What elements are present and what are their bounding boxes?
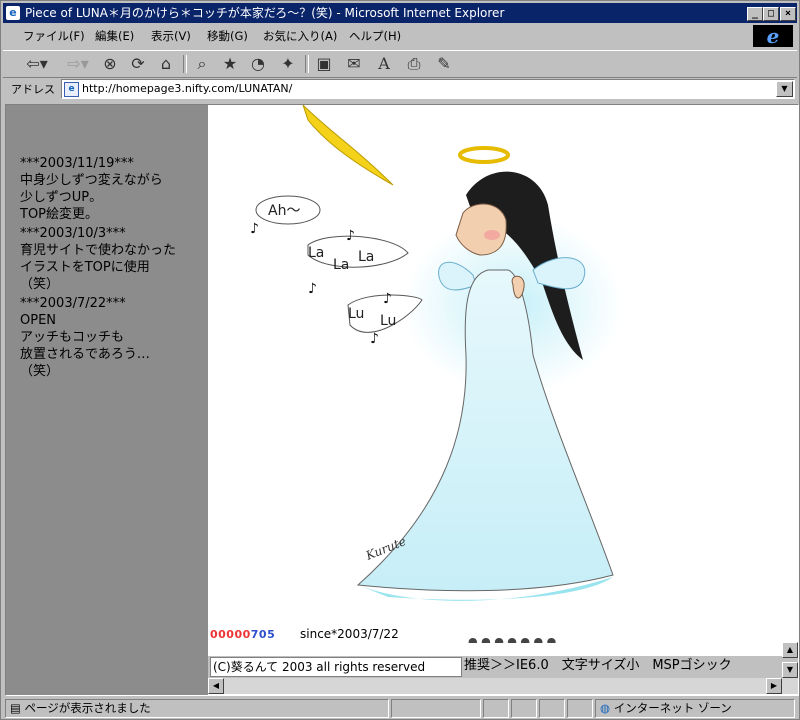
status-panel-empty: [567, 699, 593, 718]
minimize-button[interactable]: _: [747, 7, 763, 21]
news-line: 中身少しずつ変えながら: [20, 173, 163, 188]
title-bar[interactable]: e Piece of LUNA＊月のかけら＊コッチが本家だろ～？(笑) - Mi…: [3, 3, 797, 23]
news-date: ***2003/10/3***: [20, 226, 126, 241]
music-note-icon: ♪: [346, 228, 355, 244]
address-dropdown-button[interactable]: ▼: [776, 81, 793, 97]
status-panel-empty: [539, 699, 565, 718]
fullscreen-icon[interactable]: ▣: [313, 54, 335, 74]
horizontal-scrollbar[interactable]: ◀ ▶: [208, 678, 798, 694]
news-line: 育児サイトで使わなかった: [20, 243, 177, 258]
toolbar-separator: [183, 55, 187, 73]
news-list: ***2003/11/19*** 中身少しずつ変えながら 少しずつUP。 TOP…: [20, 153, 205, 380]
globe-icon: ◍: [600, 701, 611, 715]
address-label: アドレス: [11, 83, 55, 96]
address-input[interactable]: e http://homepage3.nifty.com/LUNATAN/ ▼: [61, 79, 795, 99]
window-title: Piece of LUNA＊月のかけら＊コッチが本家だろ～？(笑) - Micr…: [25, 6, 505, 20]
forward-icon[interactable]: ⇨▾: [61, 54, 95, 74]
menu-bar: ファイル(F) 編集(E) 表示(V) 移動(G) お気に入り(A) ヘルプ(H…: [3, 25, 797, 47]
refresh-icon[interactable]: ⟳: [127, 54, 149, 74]
home-icon[interactable]: ⌂: [155, 54, 177, 74]
bubble-la-text-1: La: [308, 245, 324, 261]
mail-icon[interactable]: ✉: [343, 54, 365, 74]
ie-throbber-icon: e: [753, 25, 793, 47]
maximize-button[interactable]: □: [763, 7, 779, 21]
back-icon[interactable]: ⇦▾: [19, 54, 55, 74]
angel-halo: [458, 146, 510, 164]
print-icon[interactable]: ⎙: [403, 54, 425, 74]
moon-shape: [302, 105, 394, 186]
font-icon[interactable]: A: [373, 54, 395, 74]
status-panel-empty: [483, 699, 509, 718]
menu-help[interactable]: ヘルプ(H): [349, 28, 401, 44]
history-icon[interactable]: ◔: [247, 54, 269, 74]
news-line: 放置されるであろう…: [20, 347, 150, 362]
toolbar: ⇦▾ ⇨▾ ⊗ ⟳ ⌂ ⌕ ★ ◔ ✦ ▣ ✉ A ⎙ ✎: [3, 50, 797, 78]
menu-go[interactable]: 移動(G): [207, 28, 248, 44]
close-button[interactable]: ×: [780, 7, 796, 21]
copyright-box: (C)葵るんて 2003 all rights reserved: [210, 657, 462, 677]
news-date: ***2003/7/22***: [20, 296, 126, 311]
footer-bar: (C)葵るんて 2003 all rights reserved 推奨＞＞IE6…: [208, 656, 782, 678]
news-line: TOP絵変更。: [20, 207, 99, 222]
menu-view[interactable]: 表示(V): [151, 28, 191, 44]
news-line: アッチもコッチも: [20, 330, 125, 345]
search-icon[interactable]: ⌕: [191, 54, 213, 74]
edit-icon[interactable]: ✎: [433, 54, 455, 74]
page-icon: e: [64, 82, 79, 97]
news-line: （笑）: [20, 364, 60, 379]
menu-favorites[interactable]: お気に入り(A): [263, 28, 337, 44]
browser-window: e Piece of LUNA＊月のかけら＊コッチが本家だろ～？(笑) - Mi…: [0, 0, 800, 720]
bubble-lu-text-1: Lu: [348, 306, 364, 322]
menu-edit[interactable]: 編集(E): [95, 28, 134, 44]
toolbar-separator: [305, 55, 309, 73]
access-counter: 00000705: [210, 628, 275, 641]
scroll-right-button[interactable]: ▶: [766, 678, 782, 694]
address-url: http://homepage3.nifty.com/LUNATAN/: [82, 82, 293, 95]
status-page-icon: ▤: [10, 701, 21, 715]
status-panel-empty: [391, 699, 481, 718]
stop-icon[interactable]: ⊗: [99, 54, 121, 74]
scroll-up-button[interactable]: ▲: [782, 642, 798, 658]
bubble-ah-text: Ah～: [268, 203, 300, 219]
music-note-icon: ♪: [383, 291, 392, 307]
main-frame: Ah～ La La La Lu Lu ♪ ♪ ♪ ♪ ♪ Kurute ● ● …: [208, 105, 798, 695]
address-bar: アドレス e http://homepage3.nifty.com/LUNATA…: [3, 78, 797, 100]
favorites-icon[interactable]: ★: [219, 54, 241, 74]
news-line: イラストをTOPに使用: [20, 260, 150, 275]
music-note-icon: ♪: [308, 281, 317, 297]
menu-file[interactable]: ファイル(F): [23, 28, 85, 44]
angel-illustration: Ah～ La La La Lu Lu ♪ ♪ ♪ ♪ ♪ Kurute: [250, 105, 623, 601]
news-line: 少しずつUP。: [20, 190, 103, 205]
bubble-lu-text-2: Lu: [380, 313, 396, 329]
page-content: ***2003/11/19*** 中身少しずつ変えながら 少しずつUP。 TOP…: [5, 104, 799, 696]
music-note-icon: ♪: [370, 331, 379, 347]
vertical-scrollbar[interactable]: ▲ ▼: [782, 642, 798, 678]
angel-cheek: [484, 230, 500, 240]
since-date: since*2003/7/22: [300, 627, 399, 641]
channels-icon[interactable]: ✦: [277, 54, 299, 74]
status-zone-panel: ◍ インターネット ゾーン: [595, 699, 795, 718]
scroll-left-button[interactable]: ◀: [208, 678, 224, 694]
bubble-la-text-3: La: [358, 249, 374, 265]
music-note-icon: ♪: [250, 221, 259, 237]
recommend-text: 推奨＞＞IE6.0 文字サイズ小 MSPゴシック: [464, 658, 732, 673]
news-date: ***2003/11/19***: [20, 156, 134, 171]
news-line: OPEN: [20, 313, 57, 328]
counter-digits-red: 00000: [210, 628, 251, 641]
status-panel-empty: [511, 699, 537, 718]
status-message: ページが表示されました: [24, 701, 151, 715]
left-frame: ***2003/11/19*** 中身少しずつ変えながら 少しずつUP。 TOP…: [6, 105, 208, 695]
status-bar: ▤ ページが表示されました ◍ インターネット ゾーン: [3, 698, 797, 718]
status-message-panel: ▤ ページが表示されました: [5, 699, 389, 718]
news-line: （笑）: [20, 277, 60, 292]
ie-logo-icon: e: [6, 6, 20, 20]
counter-digits-mixed: 705: [250, 628, 276, 641]
status-zone: インターネット ゾーン: [613, 701, 732, 715]
bubble-la-text-2: La: [333, 257, 349, 273]
scroll-down-button[interactable]: ▼: [782, 662, 798, 678]
navigation-links-cutoff: ● ● ● ● ● ● ●: [468, 637, 798, 643]
